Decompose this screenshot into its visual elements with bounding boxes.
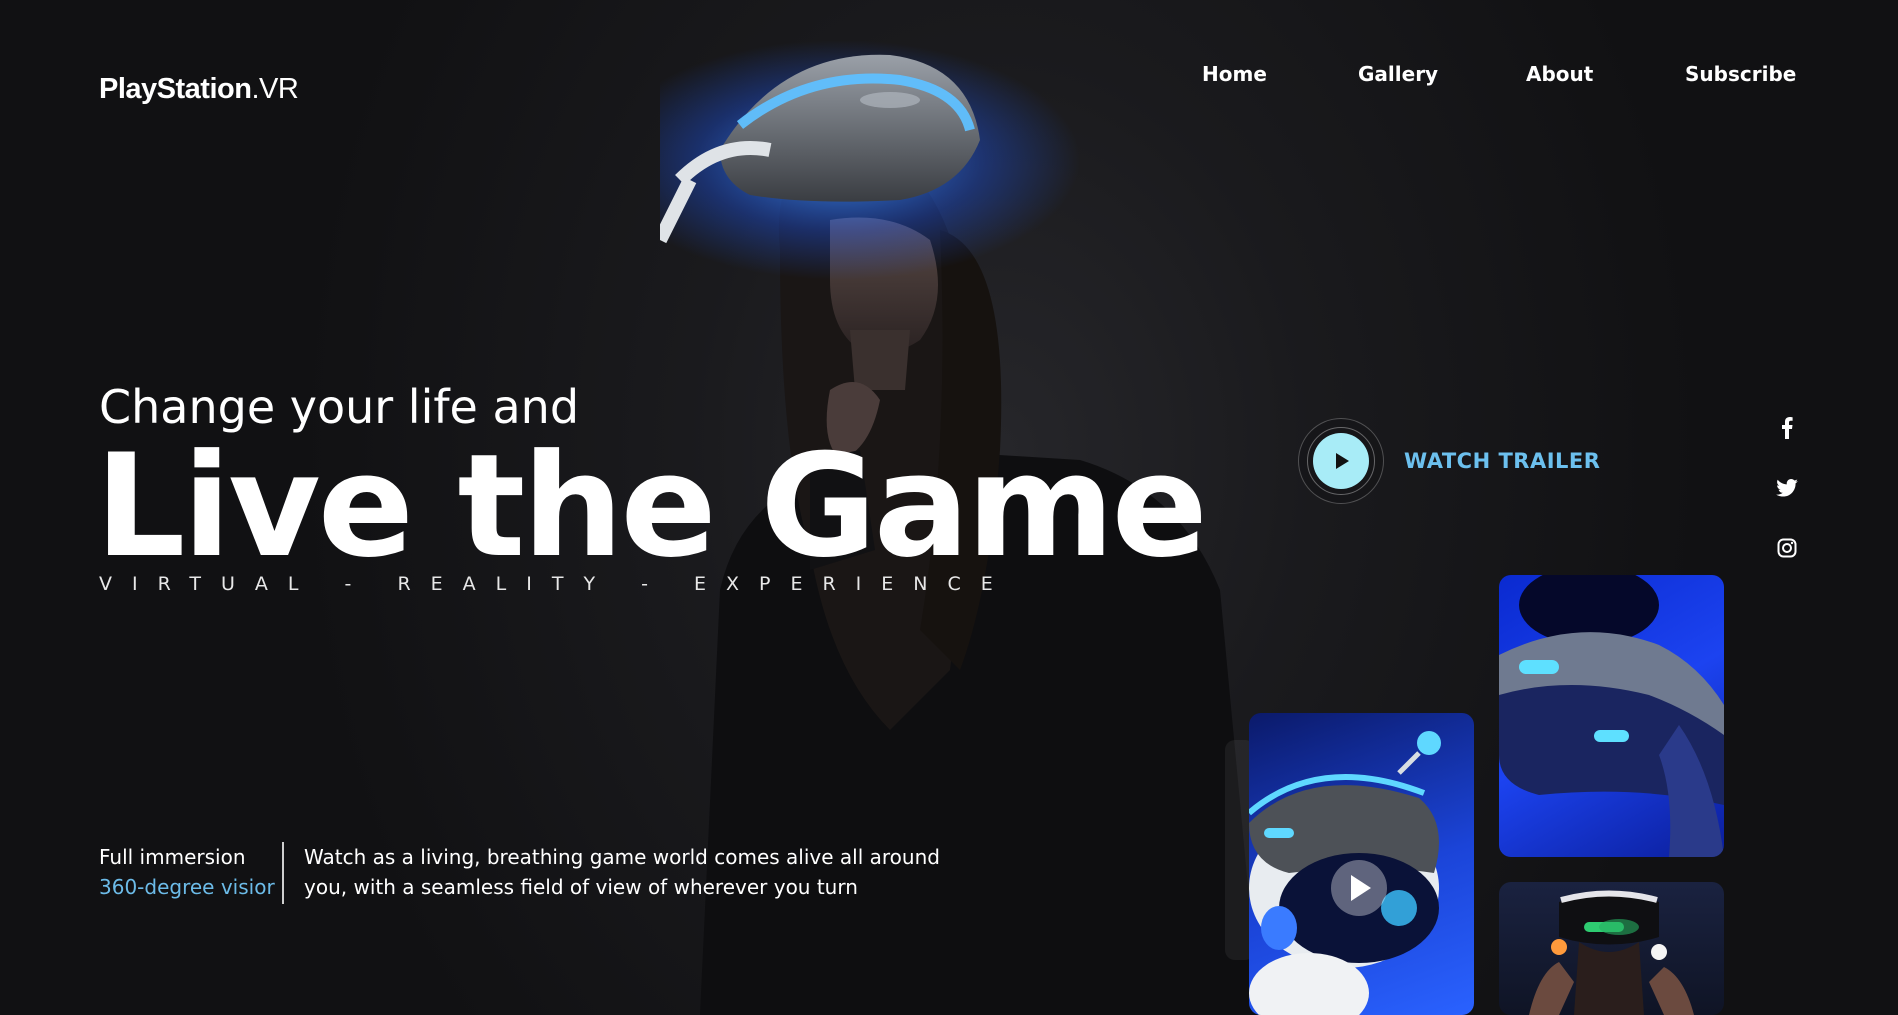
hero-subtitle: VIRTUAL - REALITY - EXPERIENCE <box>99 573 1013 595</box>
play-button-ring[interactable] <box>1298 418 1384 504</box>
astro-bot-image <box>1249 731 1441 1015</box>
twitter-icon[interactable] <box>1775 476 1799 500</box>
gallery-thumbnail-player[interactable] <box>1499 882 1724 1015</box>
facebook-icon[interactable] <box>1775 416 1799 440</box>
play-button-inner-ring <box>1307 427 1375 495</box>
headset-closeup-image <box>1499 575 1724 857</box>
nav-about[interactable]: About <box>1526 62 1593 86</box>
watch-trailer-label[interactable]: WATCH TRAILER <box>1404 449 1600 473</box>
nav-subscribe[interactable]: Subscribe <box>1685 62 1796 86</box>
hero-headline: Live the Game <box>95 424 1208 589</box>
feature-label: Full immersion <box>99 845 246 869</box>
brand-name: PlayStation <box>99 73 252 105</box>
play-icon <box>1336 453 1349 469</box>
gallery-thumbnail-headset[interactable] <box>1499 575 1724 857</box>
brand-logo[interactable]: PlayStation .VR <box>99 73 299 109</box>
brand-suffix: .VR <box>251 73 299 105</box>
gallery-thumbnail-astro[interactable] <box>1249 713 1474 1015</box>
player-with-controllers-image <box>1529 890 1694 1015</box>
instagram-icon[interactable] <box>1775 536 1799 560</box>
nav-gallery[interactable]: Gallery <box>1358 62 1438 86</box>
feature-sub: 360-degree visior <box>99 875 275 899</box>
watch-trailer-button[interactable]: WATCH TRAILER <box>1298 418 1628 504</box>
nav-home[interactable]: Home <box>1202 62 1267 86</box>
play-button[interactable] <box>1313 433 1369 489</box>
main-nav: Home Gallery About Subscribe <box>1180 62 1800 92</box>
feature-description: Watch as a living, breathing game world … <box>304 845 940 899</box>
feature-divider <box>282 842 284 904</box>
